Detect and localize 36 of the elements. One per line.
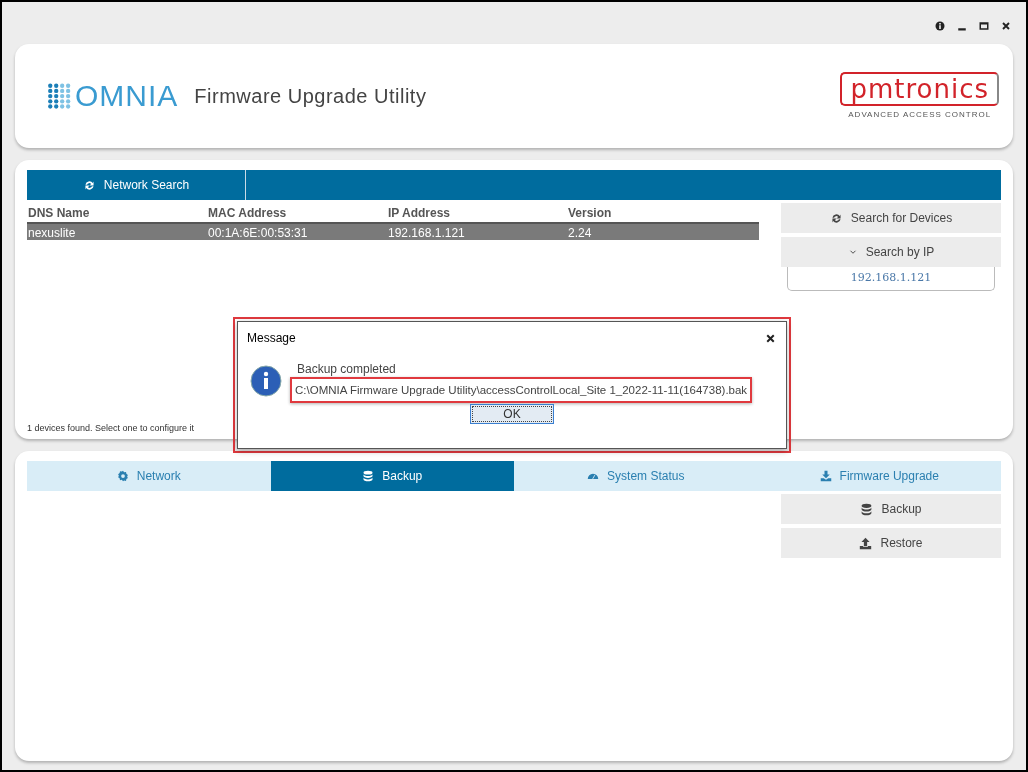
- dot-cluster-icon: [47, 83, 73, 109]
- upload-icon: [859, 536, 873, 550]
- brand-logo: pmtronics: [840, 71, 999, 106]
- table-cell-text: nexuslite: [27, 225, 77, 242]
- message-text: Backup completed: [297, 362, 397, 376]
- search-button[interactable]: Search by IP: [781, 237, 1001, 267]
- gear-icon: [116, 470, 129, 482]
- action-button[interactable]: Restore: [781, 528, 1001, 558]
- status-text: 1 devices found. Select one to configure it: [27, 421, 196, 435]
- refresh-icon: [82, 178, 96, 192]
- close-icon[interactable]: [1000, 20, 1012, 32]
- ip-input-field[interactable]: 192.168.1.121: [787, 267, 995, 291]
- column-header: MAC Address: [208, 205, 288, 222]
- ok-button[interactable]: OK: [470, 404, 554, 424]
- table-row[interactable]: nexuslite 00:1A:6E:00:53:31 192.168.1.121 2.24: [27, 222, 759, 240]
- search-button[interactable]: Search for Devices: [781, 203, 1001, 233]
- table-cell-text: 00:1A:6E:00:53:31: [207, 225, 309, 242]
- tab[interactable]: Backup: [270, 461, 514, 491]
- dialog-title: Message: [247, 330, 296, 347]
- column-header: Version: [568, 205, 613, 222]
- app-title: Firmware Upgrade Utility: [194, 84, 427, 109]
- action-button[interactable]: Backup: [781, 494, 1001, 524]
- table-cell-text: 2.24: [567, 225, 593, 242]
- maximize-icon[interactable]: [978, 20, 990, 32]
- table-cell-text: 192.168.1.121: [387, 225, 466, 242]
- refresh-icon: [829, 211, 843, 225]
- database-icon: [860, 502, 874, 516]
- database-icon: [362, 470, 375, 482]
- download-icon: [819, 470, 832, 482]
- column-header: IP Address: [388, 205, 452, 222]
- column-header: DNS Name: [28, 205, 91, 222]
- file-path-text: C:\OMNIA Firmware Upgrade Utility\accessControlLocal_Site 1_2022-11-11(164738).bak: [290, 377, 753, 403]
- info-icon: [250, 365, 282, 397]
- brand-tagline: ADVANCED ACCESS CONTROL: [848, 108, 992, 121]
- logo-text: OMNIA: [75, 81, 179, 111]
- info-icon[interactable]: [934, 20, 946, 32]
